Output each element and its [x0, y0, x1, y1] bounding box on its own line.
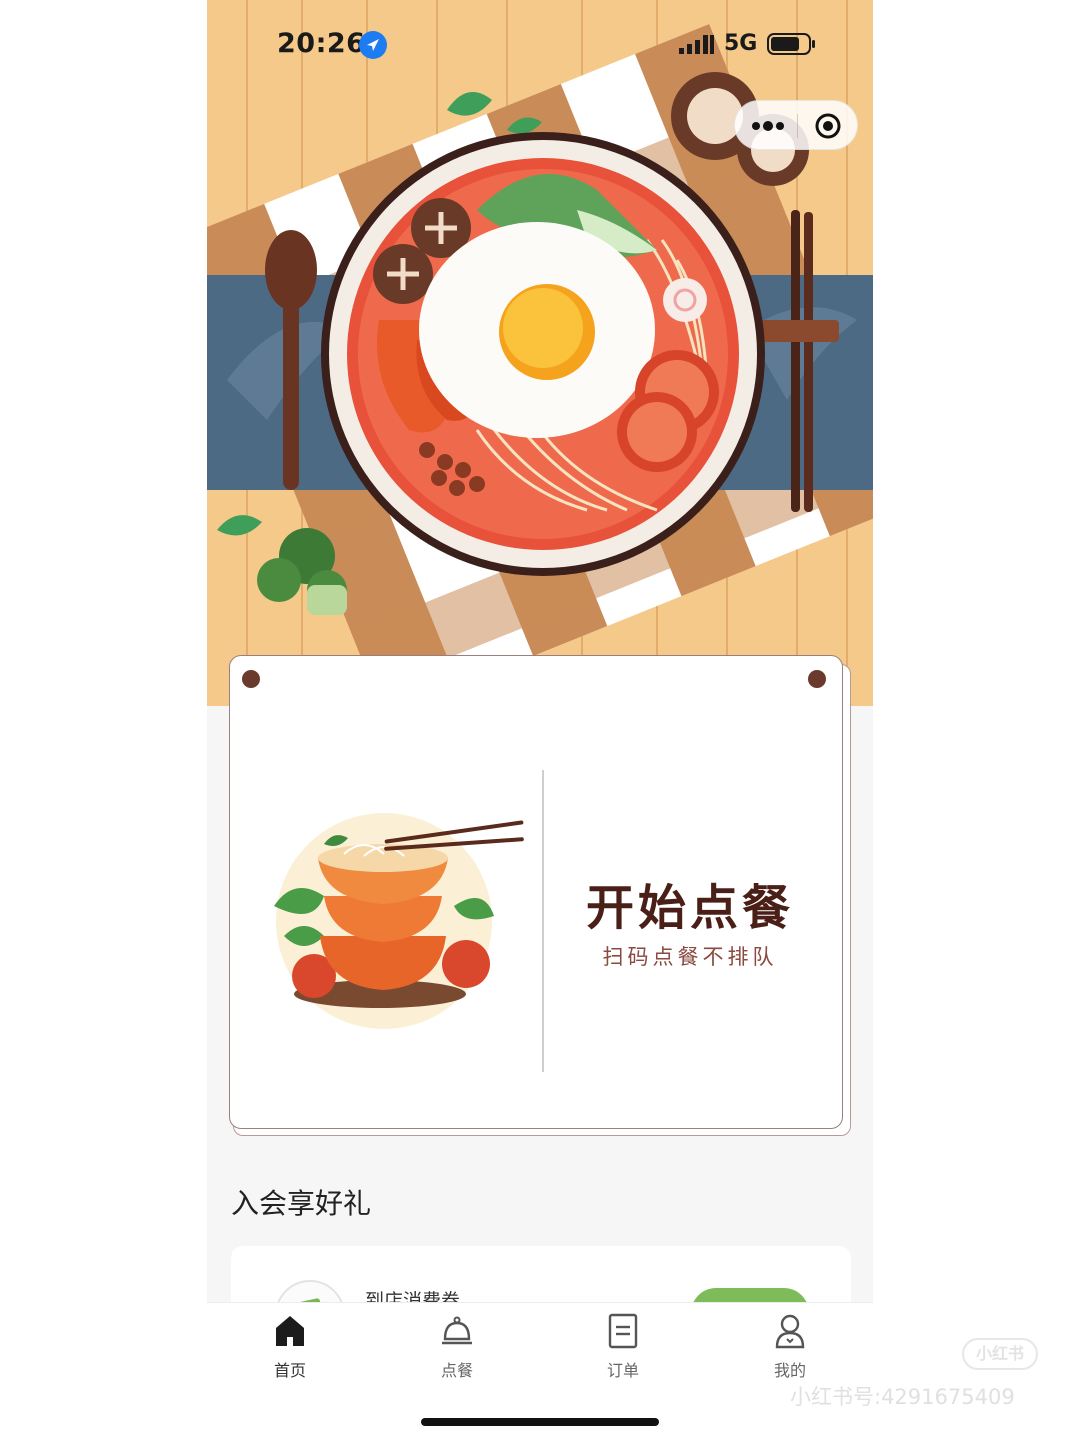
capsule-divider	[797, 114, 798, 138]
location-arrow-icon	[359, 31, 387, 59]
network-type: 5G	[724, 31, 758, 56]
start-order-title: 开始点餐	[585, 880, 794, 936]
start-order-card[interactable]: 开始点餐 扫码点餐不排队	[229, 655, 843, 1129]
status-time: 20:26	[277, 28, 366, 59]
miniprogram-capsule	[734, 100, 858, 150]
start-order-subtitle: 扫码点餐不排队	[602, 945, 778, 969]
pin-dot	[242, 670, 260, 688]
tab-label: 点餐	[440, 1361, 473, 1380]
tab-label: 首页	[273, 1361, 306, 1380]
tab-home[interactable]: 首页	[235, 1313, 345, 1389]
card-divider	[542, 770, 544, 1072]
stacked-bowls-illustration	[274, 813, 524, 1029]
cloche-icon	[442, 1316, 472, 1345]
close-target-icon[interactable]	[814, 112, 842, 140]
home-icon	[276, 1316, 304, 1346]
phone-screen: 20:26 5G 开始点餐 扫码点餐不排队 入会享好礼 到店消费券 首页 点餐 …	[207, 0, 873, 1440]
tab-me[interactable]: 我的	[735, 1313, 845, 1389]
tab-orders[interactable]: 订单	[568, 1313, 678, 1389]
pin-dot	[808, 670, 826, 688]
watermark-logo: 小红书	[962, 1338, 1038, 1370]
profile-icon	[775, 1314, 805, 1349]
signal-bars-icon	[679, 35, 714, 54]
member-section-title: 入会享好礼	[231, 1187, 372, 1220]
order-list-icon	[608, 1313, 638, 1349]
tab-order[interactable]: 点餐	[402, 1313, 512, 1389]
battery-icon	[767, 33, 815, 55]
watermark-id: 小红书号:4291675409	[790, 1385, 1015, 1409]
home-indicator	[421, 1418, 659, 1426]
more-dots-icon[interactable]	[749, 115, 787, 137]
tab-label: 订单	[606, 1361, 639, 1380]
tab-label: 我的	[773, 1361, 806, 1380]
